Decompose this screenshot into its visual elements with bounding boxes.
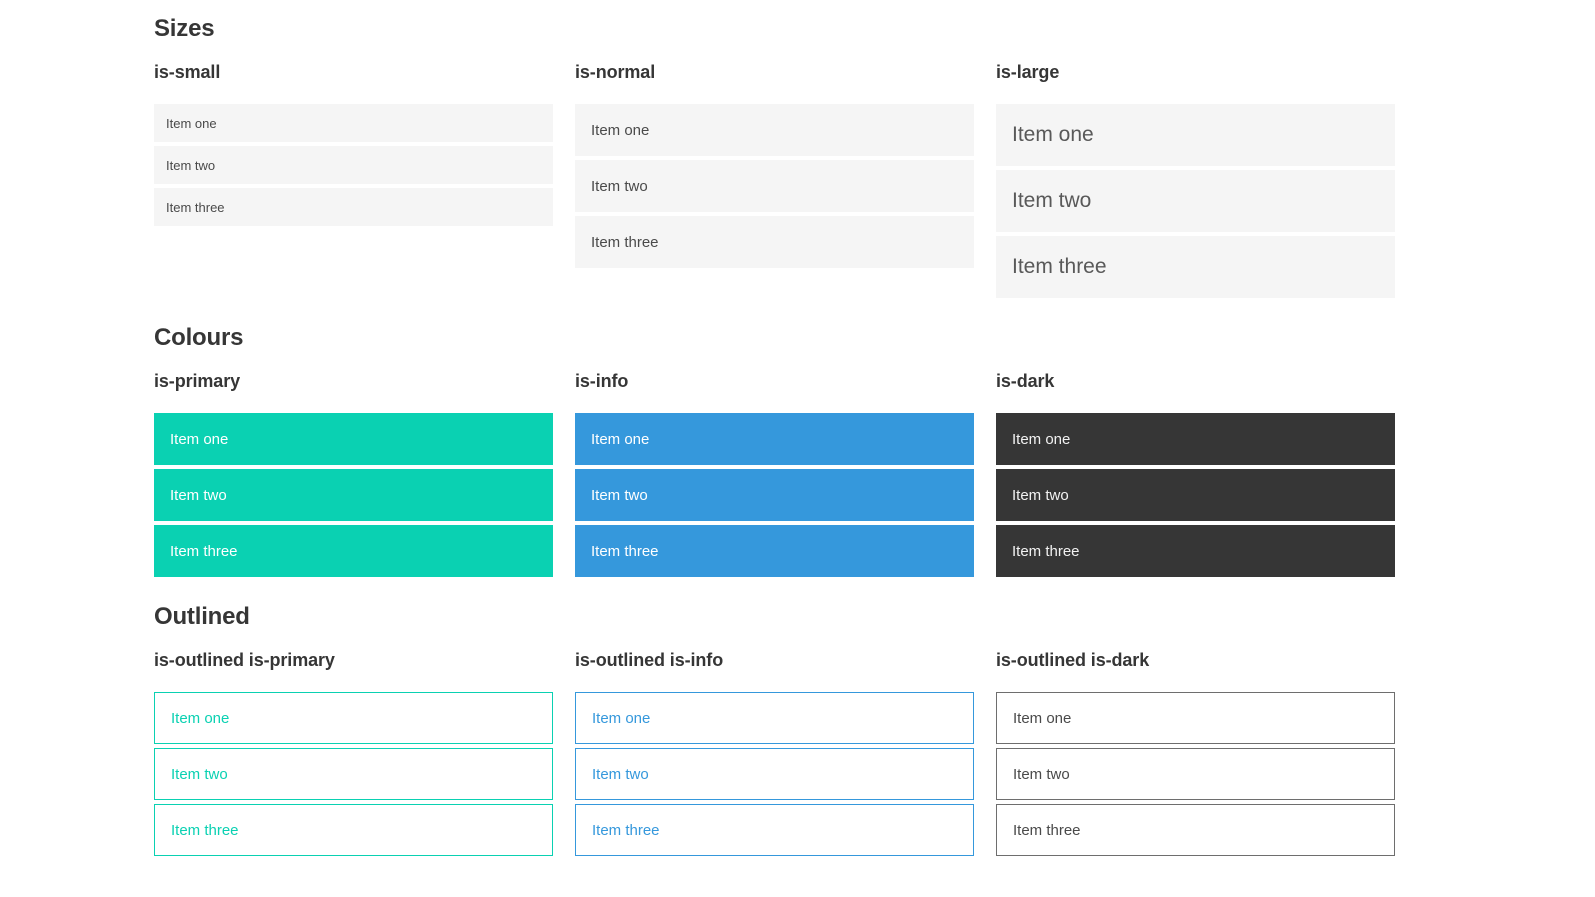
item-list-large: Item one Item two Item three — [996, 104, 1395, 298]
group-label: is-large — [996, 62, 1060, 82]
group-is-normal: is-normal Item one Item two Item three — [575, 62, 974, 302]
group-label: is-dark — [996, 371, 1055, 391]
group-is-large: is-large Item one Item two Item three — [996, 62, 1395, 302]
list-item: Item one — [154, 692, 553, 744]
list-item: Item two — [154, 469, 553, 521]
list-item: Item one — [575, 692, 974, 744]
item-list-small: Item one Item two Item three — [154, 104, 553, 226]
group-label: is-primary — [154, 371, 241, 391]
list-item: Item two — [575, 748, 974, 800]
list-item: Item two — [154, 748, 553, 800]
group-is-outlined-is-info: is-outlined is-info Item one Item two It… — [575, 650, 974, 860]
item-list-dark: Item one Item two Item three — [996, 413, 1395, 577]
section-title: Outlined — [154, 603, 250, 630]
section-colours: Colours is-primary Item one Item two Ite… — [154, 324, 1395, 581]
list-item: Item one — [154, 104, 553, 142]
list-item: Item two — [575, 469, 974, 521]
list-item: Item two — [996, 748, 1395, 800]
group-is-small: is-small Item one Item two Item three — [154, 62, 553, 302]
section-outlined: Outlined is-outlined is-primary Item one… — [154, 603, 1395, 860]
list-item: Item two — [154, 146, 553, 184]
item-list-outlined-dark: Item one Item two Item three — [996, 692, 1395, 856]
list-item: Item one — [154, 413, 553, 465]
group-label: is-outlined is-dark — [996, 650, 1150, 670]
outlined-columns: is-outlined is-primary Item one Item two… — [154, 650, 1395, 860]
list-item: Item three — [575, 216, 974, 268]
sizes-columns: is-small Item one Item two Item three is… — [154, 62, 1395, 302]
group-label: is-outlined is-primary — [154, 650, 335, 670]
group-label: is-normal — [575, 62, 656, 82]
group-is-outlined-is-primary: is-outlined is-primary Item one Item two… — [154, 650, 553, 860]
item-list-outlined-info: Item one Item two Item three — [575, 692, 974, 856]
section-sizes: Sizes is-small Item one Item two Item th… — [154, 15, 1395, 302]
colours-columns: is-primary Item one Item two Item three … — [154, 371, 1395, 581]
group-is-dark: is-dark Item one Item two Item three — [996, 371, 1395, 581]
list-item: Item two — [996, 469, 1395, 521]
list-item: Item three — [996, 525, 1395, 577]
list-item: Item one — [575, 413, 974, 465]
list-item: Item three — [154, 525, 553, 577]
list-item: Item one — [996, 104, 1395, 166]
group-is-info: is-info Item one Item two Item three — [575, 371, 974, 581]
item-list-info: Item one Item two Item three — [575, 413, 974, 577]
list-item: Item three — [154, 188, 553, 226]
section-title: Colours — [154, 324, 244, 351]
list-item: Item three — [996, 804, 1395, 856]
group-is-primary: is-primary Item one Item two Item three — [154, 371, 553, 581]
list-item: Item three — [996, 236, 1395, 298]
item-list-primary: Item one Item two Item three — [154, 413, 553, 577]
group-is-outlined-is-dark: is-outlined is-dark Item one Item two It… — [996, 650, 1395, 860]
item-list-outlined-primary: Item one Item two Item three — [154, 692, 553, 856]
list-item: Item one — [575, 104, 974, 156]
group-label: is-small — [154, 62, 221, 82]
list-item: Item one — [996, 692, 1395, 744]
list-item: Item three — [575, 525, 974, 577]
group-label: is-info — [575, 371, 629, 391]
list-item: Item three — [154, 804, 553, 856]
group-label: is-outlined is-info — [575, 650, 724, 670]
list-item: Item two — [996, 170, 1395, 232]
section-title: Sizes — [154, 15, 215, 42]
item-list-normal: Item one Item two Item three — [575, 104, 974, 268]
list-item: Item two — [575, 160, 974, 212]
list-item: Item three — [575, 804, 974, 856]
list-item: Item one — [996, 413, 1395, 465]
component-showcase-page: Sizes is-small Item one Item two Item th… — [0, 0, 1595, 897]
